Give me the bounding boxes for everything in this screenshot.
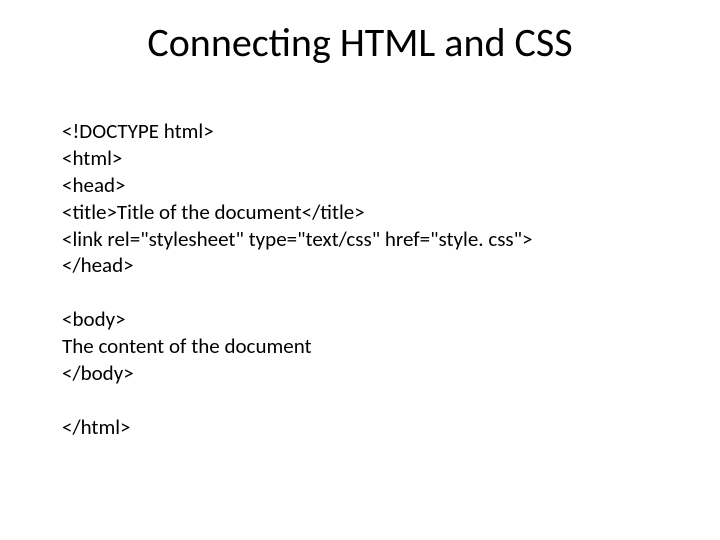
slide: Connecting HTML and CSS <!DOCTYPE html> …: [0, 0, 720, 540]
slide-title: Connecting HTML and CSS: [0, 18, 720, 67]
code-line: </html>: [62, 414, 662, 441]
code-line: <link rel="stylesheet" type="text/css" h…: [62, 226, 662, 253]
code-line: The content of the document: [62, 333, 662, 360]
code-line: </head>: [62, 252, 662, 279]
code-line: <head>: [62, 172, 662, 199]
code-line: <!DOCTYPE html>: [62, 118, 662, 145]
code-line: </body>: [62, 360, 662, 387]
blank-line: [62, 279, 662, 306]
code-line: <body>: [62, 306, 662, 333]
code-line: <html>: [62, 145, 662, 172]
slide-body: <!DOCTYPE html> <html> <head> <title>Tit…: [62, 118, 662, 441]
code-line: <title>Title of the document</title>: [62, 199, 662, 226]
blank-line: [62, 387, 662, 414]
